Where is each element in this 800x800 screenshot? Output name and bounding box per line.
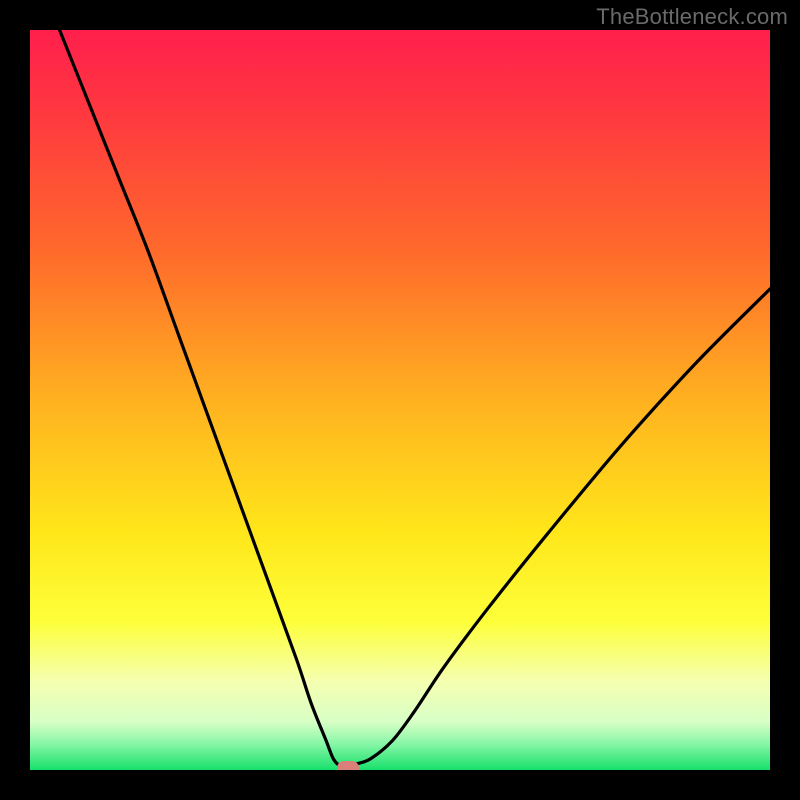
curve-layer xyxy=(30,30,770,770)
plot-area xyxy=(30,30,770,770)
optimal-marker xyxy=(337,761,359,770)
watermark-text: TheBottleneck.com xyxy=(596,4,788,30)
bottleneck-curve xyxy=(60,30,770,767)
chart-frame: TheBottleneck.com xyxy=(0,0,800,800)
